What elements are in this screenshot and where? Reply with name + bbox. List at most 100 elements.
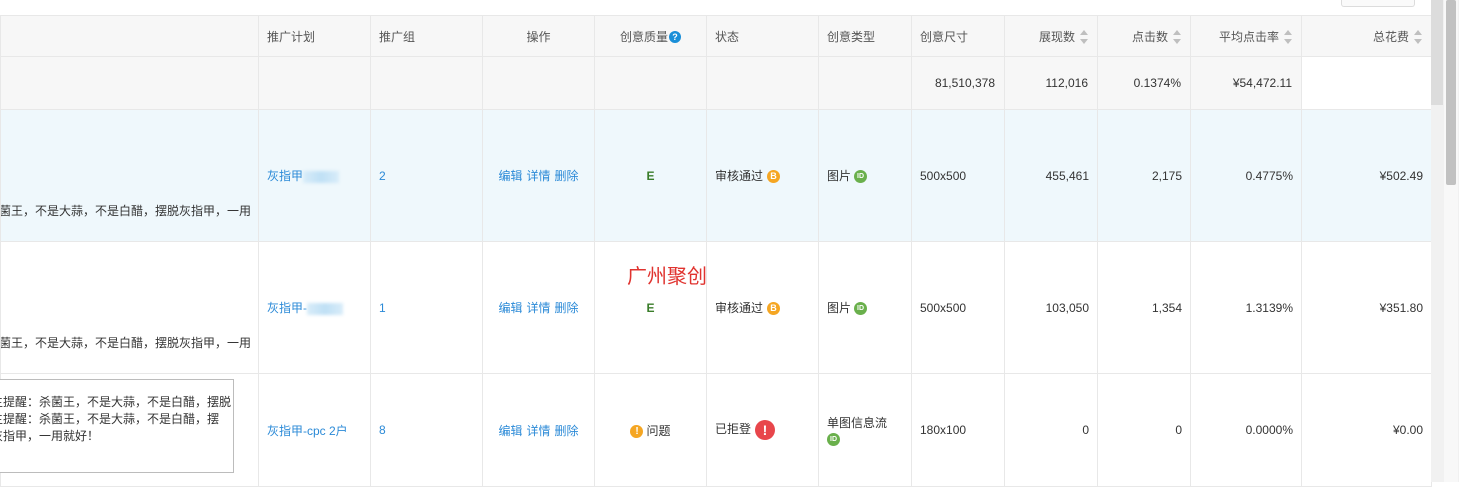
toolbar-button[interactable]: [1341, 0, 1415, 7]
status-text: 审核通过: [715, 301, 764, 315]
ops-cell: 编辑 详情 删除: [482, 241, 595, 374]
type-text: 图片: [827, 169, 852, 183]
plan-cell: 灰指甲-cpc 2户: [258, 373, 371, 487]
detail-link[interactable]: 详情: [526, 424, 550, 438]
status-text: 已拒登: [715, 422, 752, 437]
ctr-cell: 0.0000%: [1190, 373, 1302, 487]
ops-cell: 编辑 详情 删除: [482, 373, 595, 487]
col-clicks[interactable]: 点击数: [1097, 15, 1191, 57]
col-clicks-label: 点击数: [1131, 29, 1168, 44]
clicks-cell: 1,354: [1097, 241, 1191, 374]
sort-icon[interactable]: [1414, 30, 1423, 45]
b-badge-icon: B: [767, 302, 781, 316]
delete-link[interactable]: 删除: [555, 301, 579, 315]
group-link[interactable]: 2: [379, 169, 386, 183]
creative-text: 菌王，不是大蒜，不是白醋，摆脱灰指甲，一用: [0, 204, 252, 218]
impressions-cell: 103,050: [1004, 241, 1098, 374]
group-link[interactable]: 8: [379, 423, 386, 437]
quality-grade: E: [646, 168, 655, 183]
plan-link[interactable]: 灰指甲: [267, 169, 303, 183]
scrollbar-inner-thumb[interactable]: [1431, 0, 1443, 105]
group-cell: 1: [370, 241, 483, 374]
ctr-cell: 0.4775%: [1190, 109, 1302, 242]
summary-row: 81,510,378 112,016 0.1374% ¥54,472.11: [0, 56, 1432, 110]
creative-cell: 菌王，不是大蒜，不是白醋，摆脱灰指甲，一用: [0, 109, 259, 242]
plan-link[interactable]: 灰指甲-: [267, 301, 307, 315]
plan-link[interactable]: 灰指甲-cpc 2户: [267, 424, 348, 438]
size-cell: 180x100: [911, 373, 1005, 487]
col-size: 创意尺寸: [911, 15, 1005, 57]
tooltip-line: 主提醒：杀菌王，不是大蒜，不是白醋，摆脱: [0, 395, 232, 409]
quality-cell: E: [594, 109, 707, 242]
creative-tooltip: 主提醒：杀菌王，不是大蒜，不是白醋，摆脱 主提醒：杀菌王，不是大蒜，不是白醋，摆…: [0, 379, 234, 473]
status-cell: 审核通过 B: [706, 241, 819, 374]
scrollbar-thumb[interactable]: [1446, 0, 1456, 185]
summary-cell: [0, 56, 259, 110]
clicks-cell: 0: [1097, 373, 1191, 487]
detail-link[interactable]: 详情: [526, 301, 550, 315]
edit-link[interactable]: 编辑: [498, 424, 522, 438]
delete-link[interactable]: 删除: [555, 169, 579, 183]
col-status: 状态: [706, 15, 819, 57]
col-plan: 推广计划: [258, 15, 371, 57]
summary-cell: [482, 56, 595, 110]
summary-ctr: 0.1374%: [1097, 56, 1191, 110]
ctr-cell: 1.3139%: [1190, 241, 1302, 374]
summary-cell: [706, 56, 819, 110]
clicks-cell: 2,175: [1097, 109, 1191, 242]
delete-link[interactable]: 删除: [555, 424, 579, 438]
type-cell: 图片 ID: [818, 241, 912, 374]
ops-cell: 编辑 详情 删除: [482, 109, 595, 242]
edit-link[interactable]: 编辑: [498, 169, 522, 183]
error-icon[interactable]: !: [755, 420, 776, 440]
col-impressions[interactable]: 展现数: [1004, 15, 1098, 57]
impressions-cell: 455,461: [1004, 109, 1098, 242]
id-badge-icon: ID: [854, 170, 868, 184]
status-text: 审核通过: [715, 169, 764, 183]
summary-clicks: 112,016: [1004, 56, 1098, 110]
id-badge-icon: ID: [827, 433, 840, 447]
top-toolbar: [0, 0, 1431, 16]
redacted-mask: [307, 302, 343, 315]
plan-cell: 灰指甲: [258, 109, 371, 242]
col-cost-label: 总花费: [1372, 29, 1409, 44]
cost-cell: ¥0.00: [1301, 373, 1432, 487]
table-header: 推广计划 推广组 操作 创意质量? 状态 创意类型 创意尺寸 展现数 点击数 平…: [0, 15, 1432, 57]
sort-icon[interactable]: [1080, 30, 1089, 45]
tooltip-line: 灰指甲，一用就好！: [0, 429, 100, 443]
cost-cell: ¥502.49: [1301, 109, 1432, 242]
col-type: 创意类型: [818, 15, 912, 57]
detail-link[interactable]: 详情: [526, 169, 550, 183]
redacted-mask: [303, 170, 340, 183]
type-text: 图片: [827, 301, 852, 315]
watermark: 广州聚创: [627, 264, 707, 288]
edit-link[interactable]: 编辑: [498, 301, 522, 315]
quality-issue[interactable]: 问题: [646, 424, 670, 438]
col-ctr-label: 平均点击率: [1218, 29, 1279, 44]
table-row: 菌王，不是大蒜，不是白醋，摆脱灰指甲，一用 灰指甲- 1 编辑 详情 删除 E 审核…: [0, 241, 1432, 374]
col-ops: 操作: [482, 15, 595, 57]
col-impressions-label: 展现数: [1038, 29, 1075, 44]
table-row: 菌王，不是大蒜，不是白醋，摆脱灰指甲，一用 灰指甲 2 编辑 详情 删除 E 审核通…: [0, 109, 1432, 242]
cost-cell: ¥351.80: [1301, 241, 1432, 374]
status-cell: 审核通过 B: [706, 109, 819, 242]
col-ctr[interactable]: 平均点击率: [1190, 15, 1302, 57]
help-icon[interactable]: ?: [669, 31, 681, 44]
col-quality: 创意质量?: [594, 15, 707, 57]
quality-grade: E: [646, 300, 655, 315]
creative-cell: 菌王，不是大蒜，不是白醋，摆脱灰指甲，一用: [0, 241, 259, 374]
group-link[interactable]: 1: [379, 301, 386, 315]
type-cell: 单图信息流 ID: [818, 373, 912, 487]
sort-icon[interactable]: [1173, 30, 1182, 45]
col-creative: [0, 15, 259, 57]
group-cell: 8: [370, 373, 483, 487]
summary-impressions: 81,510,378: [911, 56, 1005, 110]
group-cell: 2: [370, 109, 483, 242]
summary-cell: [818, 56, 912, 110]
warning-icon: !: [630, 424, 644, 438]
sort-icon[interactable]: [1284, 30, 1293, 45]
type-text: 单图信息流: [827, 416, 888, 430]
impressions-cell: 0: [1004, 373, 1098, 487]
col-cost[interactable]: 总花费: [1301, 15, 1432, 57]
col-group: 推广组: [370, 15, 483, 57]
